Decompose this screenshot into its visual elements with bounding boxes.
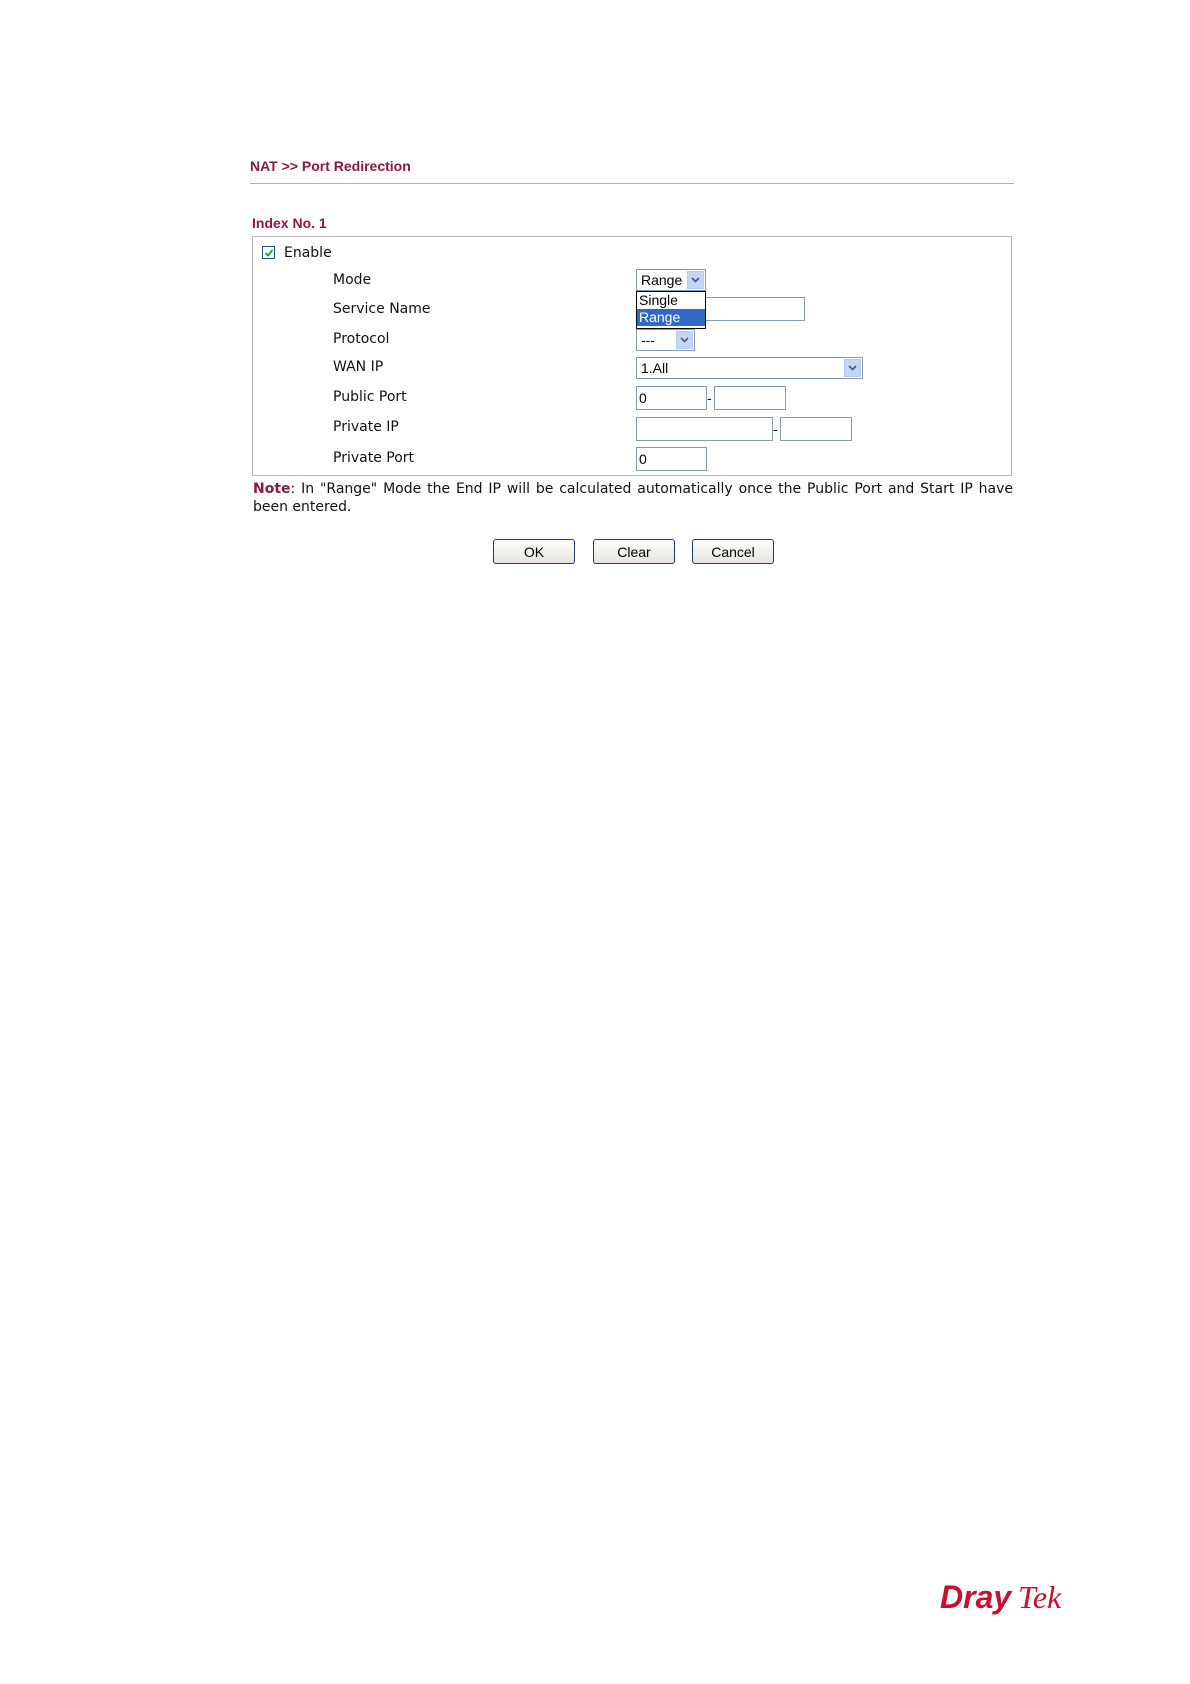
- wan-ip-label: WAN IP: [333, 359, 384, 375]
- wan-ip-select-value: 1.All: [641, 360, 669, 376]
- breadcrumb: NAT >> Port Redirection: [250, 158, 411, 174]
- private-port-input[interactable]: 0: [636, 447, 707, 471]
- chevron-down-icon[interactable]: [844, 359, 861, 377]
- mode-option-range[interactable]: Range: [637, 309, 705, 326]
- service-name-label: Service Name: [333, 301, 431, 317]
- title-divider: [250, 183, 1014, 184]
- mode-select[interactable]: Range: [636, 269, 706, 291]
- wan-ip-select[interactable]: 1.All: [636, 357, 863, 379]
- ok-button[interactable]: OK: [493, 539, 575, 564]
- private-ip-separator: -: [773, 421, 778, 437]
- note-label: Note: [253, 481, 291, 497]
- public-port-label: Public Port: [333, 389, 407, 405]
- mode-dropdown-list[interactable]: Single Range: [636, 291, 706, 329]
- logo-tek-text: Tek: [1018, 1579, 1062, 1615]
- checkmark-icon: [264, 249, 274, 257]
- note-body: : In "Range" Mode the End IP will be cal…: [253, 481, 1013, 515]
- mode-label: Mode: [333, 272, 372, 288]
- logo-dray-text: Dray: [940, 1579, 1013, 1615]
- index-label: Index No. 1: [252, 215, 327, 231]
- public-port-separator: -: [707, 390, 712, 406]
- public-port-end-input[interactable]: [714, 386, 786, 410]
- cancel-button[interactable]: Cancel: [692, 539, 774, 564]
- private-ip-start-input[interactable]: [636, 417, 773, 441]
- draytek-logo: Dray Tek: [940, 1579, 1062, 1615]
- chevron-down-icon[interactable]: [676, 331, 693, 349]
- clear-button[interactable]: Clear: [593, 539, 675, 564]
- protocol-select-value: ---: [641, 332, 655, 348]
- mode-option-single[interactable]: Single: [637, 292, 705, 309]
- enable-label: Enable: [284, 245, 332, 261]
- protocol-select[interactable]: ---: [636, 329, 695, 351]
- public-port-start-input[interactable]: 0: [636, 386, 707, 410]
- protocol-label: Protocol: [333, 331, 390, 347]
- private-ip-end-input[interactable]: [780, 417, 852, 441]
- note-text: Note: In "Range" Mode the End IP will be…: [253, 480, 1013, 516]
- private-port-label: Private Port: [333, 450, 415, 466]
- private-ip-label: Private IP: [333, 419, 399, 435]
- chevron-down-icon[interactable]: [687, 271, 704, 289]
- enable-checkbox[interactable]: [262, 246, 275, 259]
- mode-select-value: Range: [641, 272, 683, 288]
